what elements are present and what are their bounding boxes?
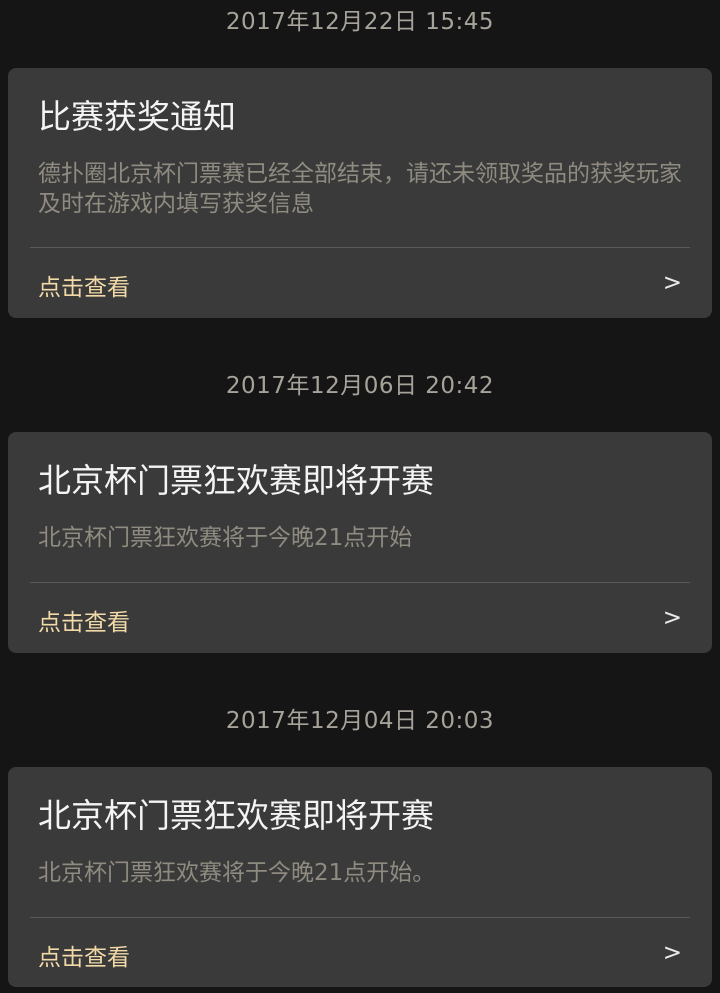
view-details-link[interactable]: 点击查看 — [38, 938, 130, 972]
notification-card: 北京杯门票狂欢赛即将开赛 北京杯门票狂欢赛将于今晚21点开始。 点击查看 > — [8, 767, 712, 987]
view-details-link[interactable]: 点击查看 — [38, 603, 130, 637]
notification-timestamp: 2017年12月06日 20:42 — [225, 373, 495, 399]
notification-title: 比赛获奖通知 — [38, 97, 236, 136]
notification-timestamp: 2017年12月04日 20:03 — [225, 708, 495, 734]
chevron-right-icon[interactable]: > — [663, 605, 682, 631]
chevron-right-icon[interactable]: > — [663, 940, 682, 966]
notification-title: 北京杯门票狂欢赛即将开赛 — [38, 461, 434, 500]
notification-card: 北京杯门票狂欢赛即将开赛 北京杯门票狂欢赛将于今晚21点开始 点击查看 > — [8, 432, 712, 653]
notification-title: 北京杯门票狂欢赛即将开赛 — [38, 796, 434, 835]
notification-list: 2017年12月22日 15:45 比赛获奖通知 德扑圈北京杯门票赛已经全部结束… — [0, 0, 720, 993]
notification-card: 比赛获奖通知 德扑圈北京杯门票赛已经全部结束，请还未领取奖品的获奖玩家及时在游戏… — [8, 68, 712, 318]
notification-body: 北京杯门票狂欢赛将于今晚21点开始 — [38, 525, 413, 551]
notification-timestamp: 2017年12月22日 15:45 — [225, 9, 495, 35]
notification-body: 北京杯门票狂欢赛将于今晚21点开始。 — [38, 860, 436, 886]
view-details-link[interactable]: 点击查看 — [38, 268, 130, 302]
chevron-right-icon[interactable]: > — [663, 270, 682, 296]
divider — [30, 917, 690, 918]
divider — [30, 582, 690, 583]
notification-body: 德扑圈北京杯门票赛已经全部结束，请还未领取奖品的获奖玩家及时在游戏内填写获奖信息 — [38, 161, 682, 217]
divider — [30, 247, 690, 248]
